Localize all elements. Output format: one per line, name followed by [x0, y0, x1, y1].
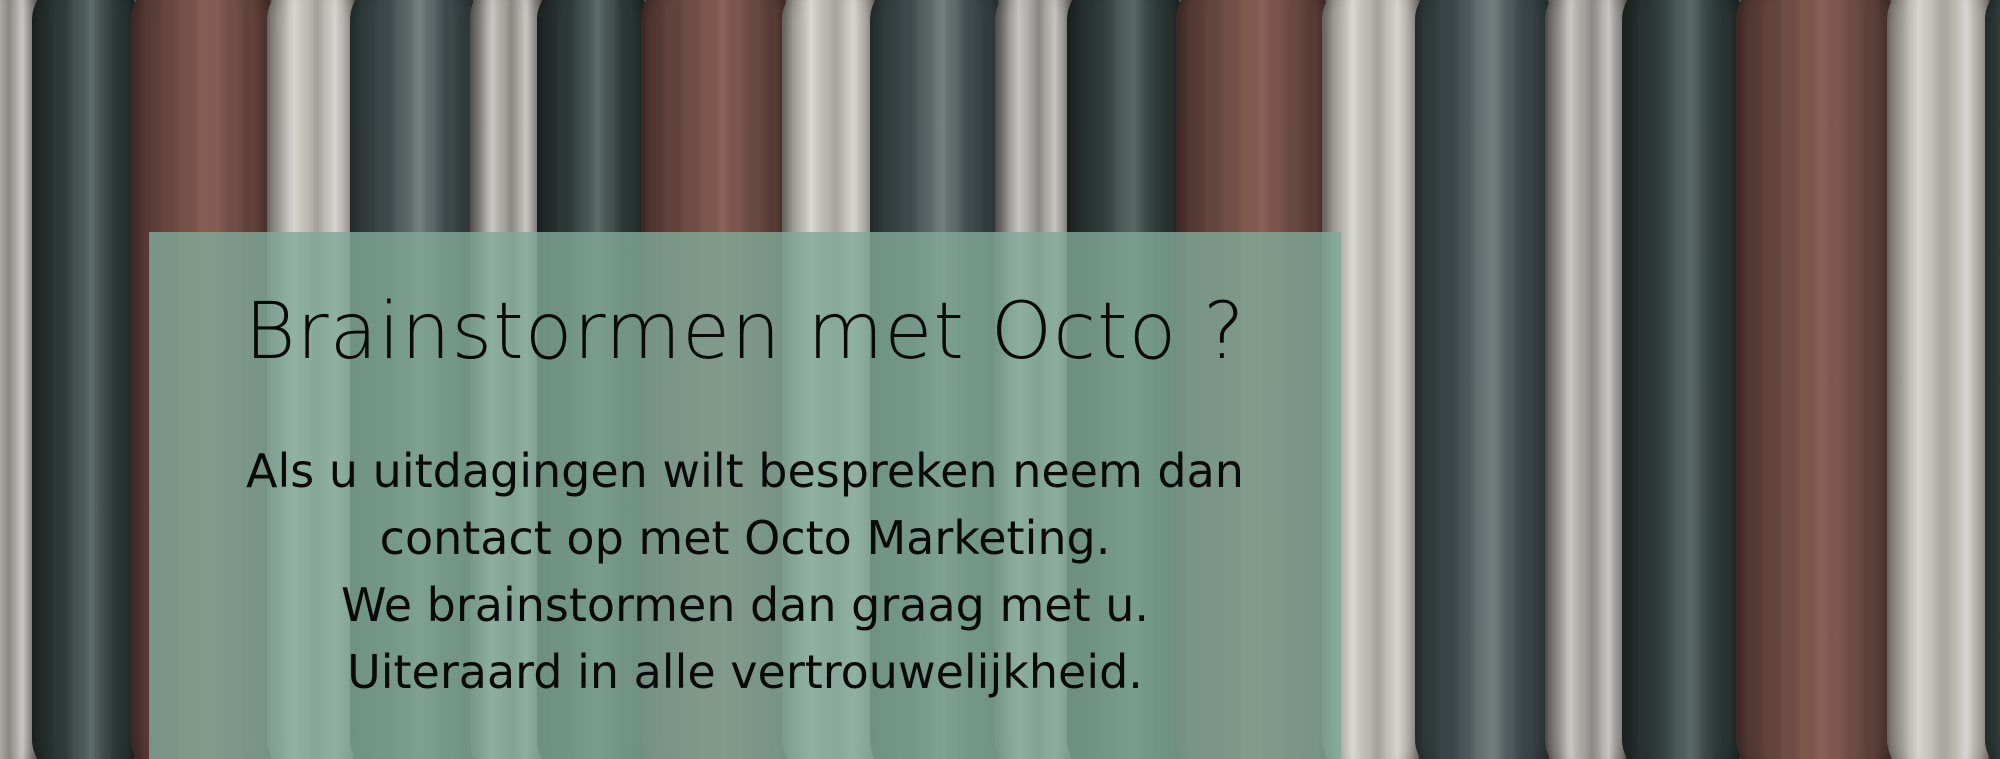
hero-title: Brainstormen met Octo ?	[244, 287, 1246, 377]
hero-line-1: Als u uitdagingen wilt bespreken neem da…	[246, 443, 1244, 498]
hero-line-3: We brainstormen dan graag met u.	[340, 577, 1150, 632]
hero-line-2: contact op met Octo Marketing.	[379, 510, 1111, 565]
contact-panel: Brainstormen met Octo ? Als u uitdaginge…	[149, 232, 1341, 759]
hero-body: Als u uitdagingen wilt bespreken neem da…	[149, 438, 1341, 706]
hero-banner: Brainstormen met Octo ? Als u uitdaginge…	[0, 0, 2000, 759]
hero-line-4: Uiteraard in alle vertrouwelijkheid.	[347, 644, 1143, 699]
